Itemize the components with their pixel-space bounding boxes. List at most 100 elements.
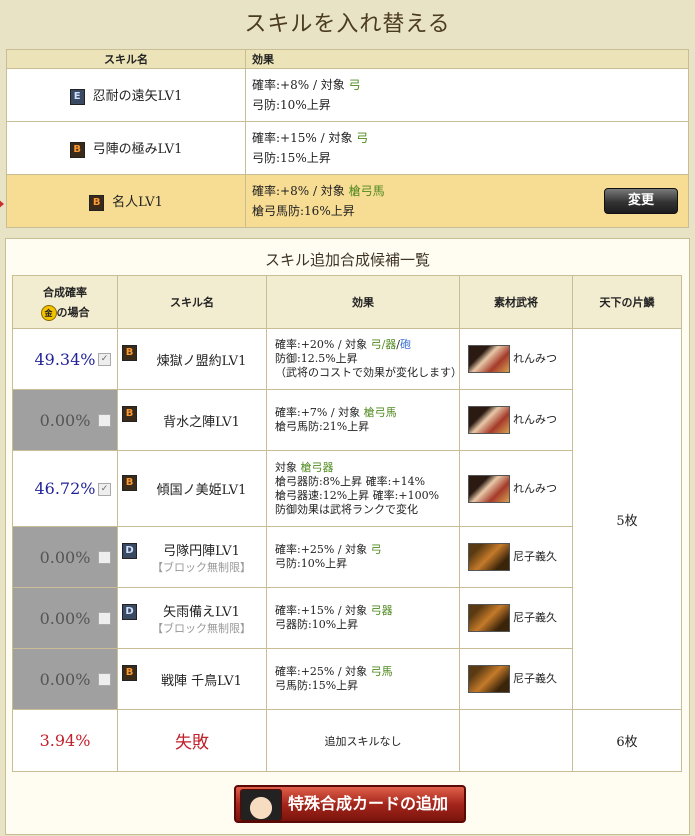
- fail-material: [459, 709, 573, 772]
- rank-badge-icon: B: [89, 194, 105, 211]
- target-text: 砲: [400, 338, 412, 351]
- general-portrait-icon[interactable]: [468, 406, 510, 434]
- current-skill-row-selected[interactable]: B 名人LV1 確率:+8% / 対象 槍弓馬 槍弓馬防:16%上昇 変更: [6, 174, 689, 228]
- skill-subnote: 【ブロック無制限】: [152, 560, 251, 574]
- candidate-panel: スキル追加合成候補一覧 合成確率 金の場合 スキル名 効果 素材武将 天下の片鱗…: [5, 238, 690, 835]
- effect-text: 槍弓器防:8%上昇 確率:+14%: [275, 474, 426, 488]
- gold-case-label: の場合: [56, 305, 90, 319]
- rate-checkbox[interactable]: ✓: [98, 353, 111, 366]
- rate-cell: 0.00%: [12, 389, 118, 451]
- skill-name: 煉獄ノ盟約LV1: [156, 353, 247, 369]
- rate-cell: 0.00%: [12, 648, 118, 710]
- effect-text: 防御:12.5%上昇: [275, 352, 358, 365]
- rank-badge-icon: B: [122, 474, 137, 491]
- material-name: 尼子義久: [513, 672, 557, 685]
- target-text: 槍弓馬: [363, 406, 397, 419]
- effect-text: 対象: [275, 460, 297, 474]
- skill-name: 背水之陣LV1: [163, 414, 240, 430]
- add-special-card-button[interactable]: 特殊合成カードの追加: [234, 785, 466, 823]
- effect-text: 槍弓馬防:16%上昇: [252, 204, 355, 218]
- candidate-table: 合成確率 金の場合 スキル名 効果 素材武将 天下の片鱗 49.34% ✓ B …: [12, 275, 682, 772]
- rank-badge-icon: D: [122, 543, 137, 559]
- effect-text: 防御効果は武将ランクで変化: [275, 502, 418, 516]
- rate-checkbox[interactable]: ✓: [98, 482, 111, 496]
- rate-checkbox[interactable]: [98, 673, 111, 686]
- rank-badge-icon: B: [69, 141, 85, 158]
- rate-cell: 0.00%: [12, 526, 118, 588]
- material-name: れんみつ: [513, 413, 557, 426]
- header-rate: 合成確率 金の場合: [12, 275, 118, 329]
- current-skill-row[interactable]: B 弓陣の極みLV1 確率:+15% / 対象 弓 弓防:15%上昇: [6, 121, 689, 175]
- effect-cell: 確率:+20% / 対象 弓/器/砲 防御:12.5%上昇 （武将のコストで効果…: [266, 328, 462, 390]
- rate-value: 0.00%: [39, 547, 91, 567]
- skill-name-cell: B 背水之陣LV1: [117, 389, 267, 451]
- candidate-row: 49.34% ✓ B 煉獄ノ盟約LV1 確率:+20% / 対象 弓/器/砲 防…: [12, 328, 682, 710]
- target-text: 槍弓馬: [348, 184, 385, 198]
- material-name: れんみつ: [513, 352, 557, 365]
- general-portrait-icon[interactable]: [468, 543, 510, 571]
- target-text: 弓馬: [370, 665, 393, 678]
- rate-checkbox[interactable]: [98, 612, 111, 625]
- skill-name: 戦陣 千鳥LV1: [161, 673, 242, 689]
- general-portrait-icon[interactable]: [468, 604, 510, 632]
- header-material: 素材武将: [459, 275, 573, 329]
- material-name: 尼子義久: [513, 611, 557, 624]
- material-cell: れんみつ: [459, 389, 573, 451]
- rank-badge-icon: E: [69, 88, 85, 105]
- rate-cell: 49.34% ✓: [12, 328, 118, 390]
- skill-name-cell: D 弓隊円陣LV1 【ブロック無制限】: [117, 526, 267, 588]
- target-text: 弓: [356, 131, 369, 145]
- effect-text: 弓防:15%上昇: [252, 151, 331, 165]
- target-text: 槍弓器: [300, 460, 334, 474]
- material-cell: 尼子義久: [459, 587, 573, 649]
- current-skills-table: スキル名 効果 E 忍耐の遠矢LV1 確率:+8% / 対象 弓 弓防:10%上昇…: [6, 49, 689, 228]
- effect-cell: 対象 槍弓器 槍弓器防:8%上昇 確率:+14% 槍弓器速:12%上昇 確率:+…: [266, 450, 460, 527]
- effect-text: 槍弓馬防:21%上昇: [275, 420, 370, 433]
- skill-name: 弓隊円陣LV1: [163, 543, 240, 559]
- effect-text: 確率:+15% / 対象: [252, 131, 353, 145]
- rank-badge-icon: B: [122, 345, 137, 361]
- rate-value: 0.00%: [39, 669, 91, 689]
- target-text: 弓: [370, 543, 382, 556]
- tenka-group-cell: 5枚: [572, 328, 682, 710]
- material-cell: れんみつ: [459, 328, 573, 390]
- header-skill-name: スキル名: [6, 49, 246, 69]
- effect-text: 弓防:10%上昇: [275, 557, 348, 570]
- material-name: 尼子義久: [513, 550, 557, 563]
- material-cell: 尼子義久: [459, 526, 573, 588]
- skill-name-cell: B 戦陣 千鳥LV1: [117, 648, 267, 710]
- skill-name: 傾国ノ美姫LV1: [156, 483, 247, 498]
- skill-name-cell: B 煉獄ノ盟約LV1: [117, 328, 267, 390]
- general-portrait-icon[interactable]: [468, 345, 510, 373]
- change-button[interactable]: 変更: [604, 188, 678, 214]
- target-text: 弓/器: [370, 338, 397, 351]
- material-cell: 尼子義久: [459, 648, 573, 710]
- rate-value: 49.34%: [34, 349, 96, 369]
- target-text: 弓器: [370, 604, 393, 617]
- effect-cell: 確率:+7% / 対象 槍弓馬 槍弓馬防:21%上昇: [266, 389, 460, 451]
- effect-text: 確率:+25% / 対象: [275, 543, 368, 556]
- effect-text: 弓防:10%上昇: [252, 98, 331, 112]
- rank-badge-icon: D: [122, 604, 137, 620]
- rate-value: 0.00%: [39, 410, 91, 430]
- fail-label: 失敗: [117, 709, 267, 772]
- rate-checkbox[interactable]: [98, 551, 111, 564]
- rate-cell: 0.00%: [12, 587, 118, 649]
- header-effect: 効果: [245, 49, 689, 69]
- rank-badge-icon: B: [122, 406, 137, 422]
- effect-text: 確率:+20% / 対象: [275, 338, 368, 351]
- gold-icon: 金: [40, 304, 57, 321]
- effect-cell: 確率:+25% / 対象 弓 弓防:10%上昇: [266, 526, 460, 588]
- general-portrait-icon[interactable]: [468, 665, 510, 693]
- effect-cell: 確率:+25% / 対象 弓馬 弓馬防:15%上昇: [266, 648, 460, 710]
- general-portrait-icon[interactable]: [468, 474, 510, 503]
- skill-name: 弓陣の極みLV1: [92, 142, 183, 158]
- rate-cell: 46.72% ✓: [12, 450, 118, 527]
- rate-checkbox[interactable]: [98, 414, 111, 427]
- candidate-panel-title: スキル追加合成候補一覧: [264, 251, 430, 269]
- rate-value: 0.00%: [39, 608, 91, 628]
- fail-effect: 追加スキルなし: [266, 709, 460, 772]
- effect-text: （武将のコストで効果が変化します）: [275, 366, 462, 379]
- current-skill-row[interactable]: E 忍耐の遠矢LV1 確率:+8% / 対象 弓 弓防:10%上昇: [6, 68, 689, 122]
- skill-name: 矢雨備えLV1: [163, 604, 240, 620]
